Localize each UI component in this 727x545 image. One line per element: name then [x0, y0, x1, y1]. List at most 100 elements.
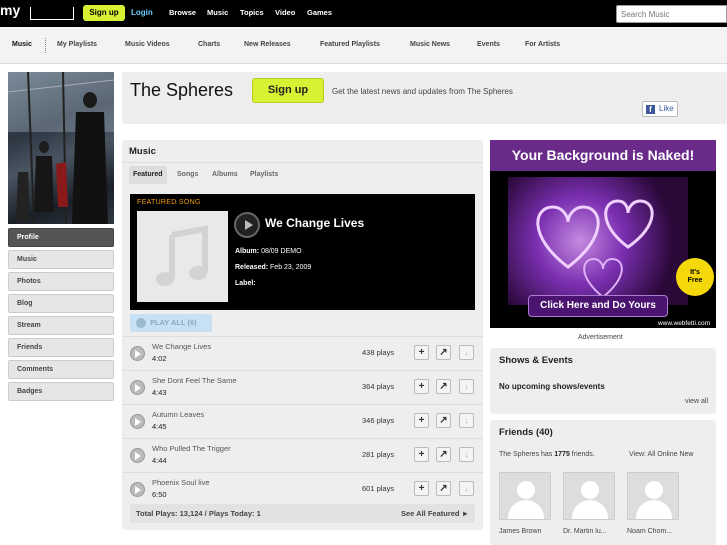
ad-cta-button[interactable]: Click Here and Do Yours	[528, 295, 668, 317]
track-play-button[interactable]	[130, 380, 145, 395]
shows-empty-message: No upcoming shows/events	[499, 382, 605, 391]
friends-title: Friends (40)	[499, 427, 553, 438]
share-icon[interactable]: ↗	[436, 481, 451, 496]
left-menu-friends[interactable]: Friends	[8, 338, 114, 357]
shows-view-all-link[interactable]: view all	[685, 398, 708, 405]
shows-title: Shows & Events	[499, 355, 573, 366]
track-play-button[interactable]	[130, 346, 145, 361]
friends-view-filter[interactable]: View: All Online New	[629, 451, 693, 458]
add-icon[interactable]: +	[414, 345, 429, 360]
friend-name[interactable]: Dr. Martin lu...	[563, 528, 625, 535]
signup-button[interactable]: Sign up	[83, 5, 125, 21]
site-logo[interactable]: my	[0, 2, 20, 18]
see-all-featured-link[interactable]: See All Featured ►	[401, 509, 469, 518]
signup-tagline: Get the latest news and updates from The…	[332, 87, 513, 96]
track-duration: 6:50	[152, 490, 167, 499]
advertisement-banner[interactable]: Your Background is Naked! It's Free Clic…	[490, 140, 716, 328]
tab-songs[interactable]: Songs	[177, 166, 198, 184]
music-section-title: Music	[129, 146, 156, 157]
subnav-featured-playlists[interactable]: Featured Playlists	[320, 41, 380, 48]
tab-featured[interactable]: Featured	[129, 166, 167, 184]
ad-url: www.webfetti.com	[657, 320, 710, 327]
track-duration: 4:02	[152, 354, 167, 363]
friends-summary-suffix: friends.	[571, 451, 595, 458]
download-icon[interactable]: ↓	[459, 413, 474, 428]
nav-topics[interactable]: Topics	[240, 8, 264, 17]
subnav-music-news[interactable]: Music News	[410, 41, 450, 48]
ad-hearts-image	[508, 177, 688, 305]
play-totals: Total Plays: 13,124 / Plays Today: 1	[136, 509, 261, 518]
subnav-charts[interactable]: Charts	[198, 41, 220, 48]
add-icon[interactable]: +	[414, 481, 429, 496]
left-menu-blog[interactable]: Blog	[8, 294, 114, 313]
nav-video[interactable]: Video	[275, 8, 295, 17]
subnav-divider	[45, 38, 46, 53]
add-icon[interactable]: +	[414, 379, 429, 394]
subnav-events[interactable]: Events	[477, 41, 500, 48]
music-note-icon	[156, 225, 208, 286]
track-play-button[interactable]	[130, 448, 145, 463]
track-row: We Change Lives 4:02 438 plays + ↗ ↓	[122, 336, 483, 370]
subnav-music[interactable]: Music	[12, 41, 32, 48]
featured-song-title[interactable]: We Change Lives	[265, 216, 364, 230]
artist-signup-button[interactable]: Sign up	[252, 78, 324, 103]
tab-playlists[interactable]: Playlists	[250, 166, 278, 184]
album-label: Album:	[235, 248, 260, 255]
track-play-button[interactable]	[130, 414, 145, 429]
left-menu-comments[interactable]: Comments	[8, 360, 114, 379]
download-icon[interactable]: ↓	[459, 379, 474, 394]
add-icon[interactable]: +	[414, 413, 429, 428]
friend-name[interactable]: Noam Chom...	[627, 528, 689, 535]
track-plays: 601 plays	[362, 484, 395, 493]
free-badge-line2: Free	[687, 277, 703, 284]
friends-summary-prefix: The Spheres has	[499, 451, 553, 458]
track-title[interactable]: Who Pulled The Trigger	[152, 444, 231, 453]
facebook-like-button[interactable]: f Like	[642, 101, 678, 117]
artist-header: The Spheres Sign up Get the latest news …	[122, 72, 727, 124]
play-icon	[136, 318, 146, 328]
left-menu-profile[interactable]: Profile	[8, 228, 114, 247]
share-icon[interactable]: ↗	[436, 379, 451, 394]
subnav-new-releases[interactable]: New Releases	[244, 41, 291, 48]
artist-photo[interactable]	[8, 72, 114, 224]
search-input[interactable]	[616, 5, 727, 23]
heart-icon	[536, 199, 654, 299]
subnav-music-videos[interactable]: Music Videos	[125, 41, 170, 48]
friends-summary: The Spheres has 1775 friends.	[499, 451, 595, 458]
share-icon[interactable]: ↗	[436, 413, 451, 428]
avatar[interactable]	[499, 472, 551, 520]
track-title[interactable]: Autumn Leaves	[152, 410, 204, 419]
download-icon[interactable]: ↓	[459, 447, 474, 462]
friends-count: 1775	[554, 451, 570, 458]
share-icon[interactable]: ↗	[436, 345, 451, 360]
track-title[interactable]: She Dont Feel The Same	[152, 376, 237, 385]
track-title[interactable]: Phoenix Soul live	[152, 478, 210, 487]
nav-games[interactable]: Games	[307, 8, 332, 17]
left-menu-music[interactable]: Music	[8, 250, 114, 269]
featured-song-label: FEATURED SONG	[137, 199, 201, 206]
track-title[interactable]: We Change Lives	[152, 342, 211, 351]
featured-play-button[interactable]	[234, 212, 260, 238]
left-menu-photos[interactable]: Photos	[8, 272, 114, 291]
avatar[interactable]	[563, 472, 615, 520]
subnav-for-artists[interactable]: For Artists	[525, 41, 560, 48]
avatar[interactable]	[627, 472, 679, 520]
add-icon[interactable]: +	[414, 447, 429, 462]
download-icon[interactable]: ↓	[459, 345, 474, 360]
left-menu-stream[interactable]: Stream	[8, 316, 114, 335]
play-all-button[interactable]: PLAY ALL (6)	[130, 314, 212, 332]
nav-browse[interactable]: Browse	[169, 8, 196, 17]
label-label: Label:	[235, 280, 256, 287]
tab-albums[interactable]: Albums	[212, 166, 238, 184]
left-menu-badges[interactable]: Badges	[8, 382, 114, 401]
track-row: Autumn Leaves 4:45 346 plays + ↗ ↓	[122, 404, 483, 438]
play-all-label: PLAY ALL (6)	[150, 318, 197, 327]
track-play-button[interactable]	[130, 482, 145, 497]
download-icon[interactable]: ↓	[459, 481, 474, 496]
share-icon[interactable]: ↗	[436, 447, 451, 462]
nav-music[interactable]: Music	[207, 8, 228, 17]
friend-name[interactable]: James Brown	[499, 528, 561, 535]
login-link[interactable]: Login	[131, 8, 153, 17]
featured-released-line: Released: Feb 23, 2009	[235, 264, 311, 271]
subnav-my-playlists[interactable]: My Playlists	[57, 41, 97, 48]
